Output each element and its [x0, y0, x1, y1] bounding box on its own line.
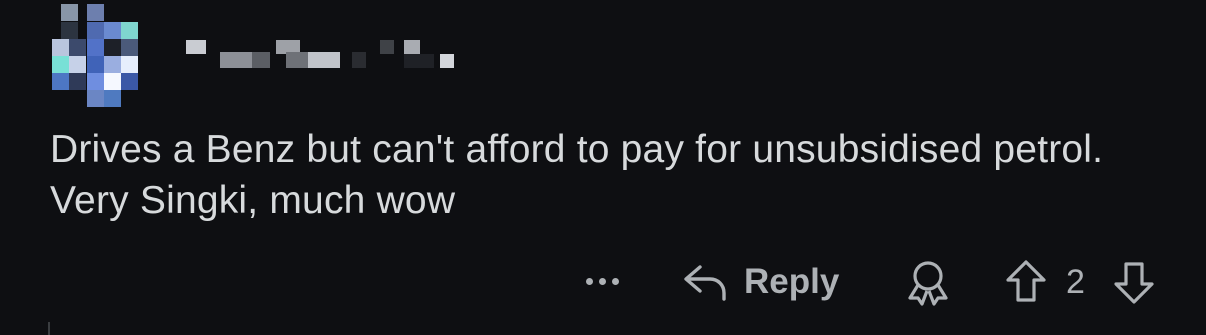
vote-count: 2 — [1066, 263, 1085, 301]
thread-line — [48, 322, 50, 335]
downvote-arrow-icon — [1114, 262, 1154, 304]
downvote-button[interactable] — [1112, 258, 1156, 306]
comment-actions: Reply 2 — [0, 252, 1206, 312]
more-options-button[interactable] — [586, 266, 619, 296]
more-dot-icon — [586, 277, 593, 285]
upvote-button[interactable] — [1004, 258, 1048, 306]
reply-button[interactable]: Reply — [682, 258, 839, 306]
comment: Drives a Benz but can't afford to pay fo… — [0, 0, 1206, 335]
award-button[interactable] — [904, 258, 952, 306]
username-pixelation — [176, 36, 466, 74]
award-icon — [908, 261, 948, 306]
more-dot-icon — [599, 277, 606, 285]
comment-body: Drives a Benz but can't afford to pay fo… — [50, 128, 1104, 222]
reply-icon — [684, 265, 726, 301]
avatar[interactable] — [50, 2, 146, 107]
more-dot-icon — [612, 277, 619, 285]
upvote-arrow-icon — [1006, 260, 1046, 302]
reply-label: Reply — [744, 262, 840, 301]
